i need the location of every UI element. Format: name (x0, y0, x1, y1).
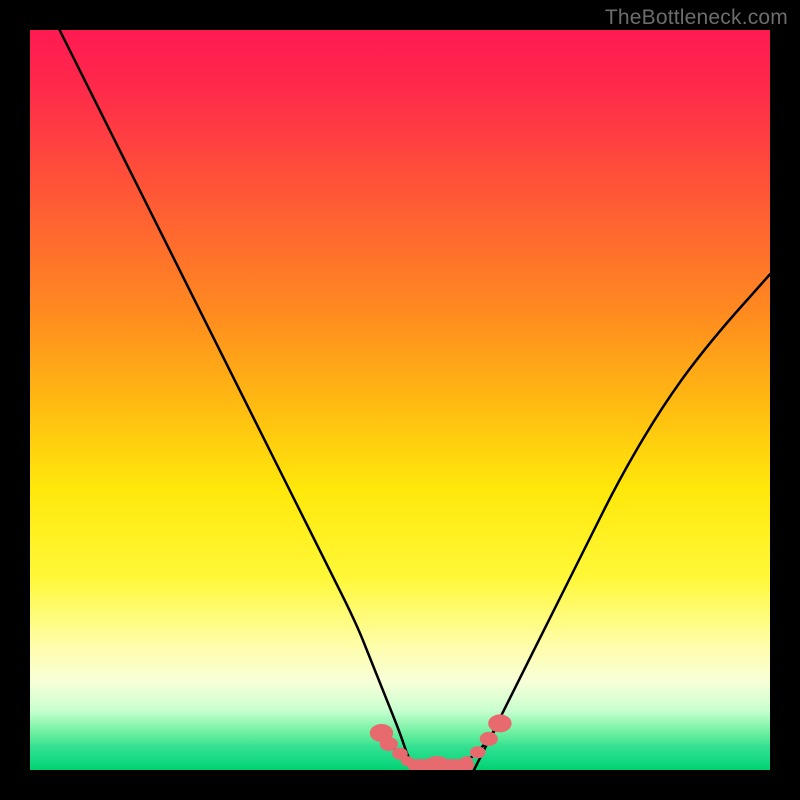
plot-area (30, 30, 770, 770)
left-curve (60, 30, 415, 770)
watermark-text: TheBottleneck.com (605, 6, 788, 30)
right-curve (474, 274, 770, 770)
chart-frame: TheBottleneck.com (0, 0, 800, 800)
bottom-marker (401, 756, 414, 766)
bottom-marker (470, 746, 486, 758)
bottom-marker (488, 714, 511, 732)
curve-layer (30, 30, 770, 770)
bottom-marker (460, 756, 473, 766)
bottom-marker (480, 732, 498, 746)
